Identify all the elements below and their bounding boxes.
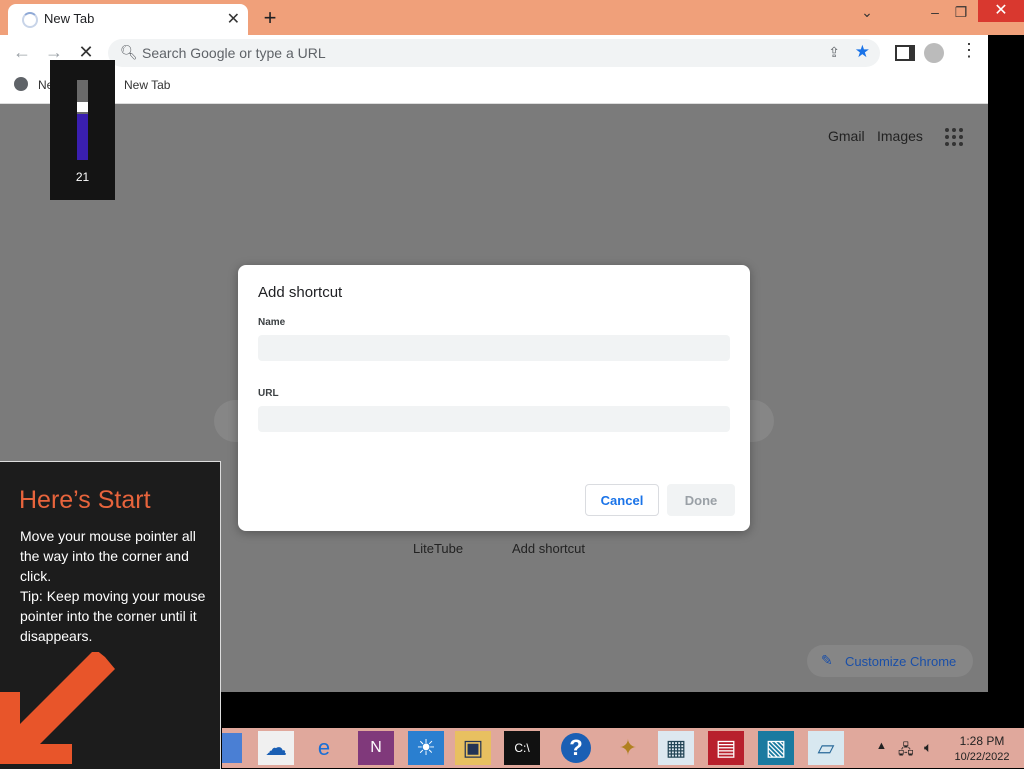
start-tip-body: Move your mouse pointer all the way into… (20, 528, 206, 644)
volume-thumb[interactable] (77, 102, 88, 112)
tab-search-chevron-icon[interactable]: ⌄ (852, 4, 882, 21)
dialog-title: Add shortcut (258, 284, 343, 301)
done-button[interactable]: Done (667, 484, 735, 516)
globe-icon (14, 77, 28, 91)
share-icon[interactable]: ⇪ (828, 44, 840, 61)
address-placeholder: Search Google or type a URL (142, 45, 326, 61)
restore-button[interactable]: ❐ (946, 4, 976, 21)
images-link[interactable]: Images (877, 128, 923, 144)
search-icon: 🔍︎ (120, 44, 138, 60)
tab-close-icon[interactable]: ✕ (227, 9, 240, 29)
reader-icon[interactable]: ▤ (708, 731, 744, 765)
profile-avatar[interactable] (924, 43, 944, 63)
url-label: URL (258, 388, 279, 399)
bookmark-item[interactable]: New Tab (124, 78, 170, 92)
wizard-icon[interactable]: ✦ (610, 731, 646, 765)
shortcut-tile-add[interactable]: Add shortcut (512, 541, 585, 556)
address-bar[interactable]: 🔍︎ Search Google or type a URL ⇪ ★ (108, 39, 880, 67)
sticky-notes-icon[interactable]: ▱ (808, 731, 844, 765)
photos-icon[interactable]: ▧ (758, 731, 794, 765)
url-field[interactable] (258, 406, 730, 432)
remote-desktop-icon[interactable]: ▣ (455, 731, 491, 765)
customize-label: Customize Chrome (845, 654, 957, 669)
bookmarks-bar: Ne New Tab (0, 70, 988, 104)
tab-new-tab[interactable]: New Tab ✕ (8, 4, 248, 35)
add-shortcut-dialog: Add shortcut Name URL Cancel Done (238, 265, 750, 531)
arrow-down-left-icon (0, 652, 115, 764)
onedrive-icon[interactable]: ☁ (258, 731, 294, 765)
window-close-button[interactable]: ✕ (978, 0, 1024, 22)
help-icon[interactable]: ? (558, 731, 594, 765)
name-field[interactable] (258, 335, 730, 361)
command-prompt-icon[interactable]: C:\ (504, 731, 540, 765)
side-panel-icon[interactable] (895, 45, 915, 61)
clock-date[interactable]: 10/22/2022 (946, 751, 1018, 763)
gmail-link[interactable]: Gmail (828, 128, 865, 144)
customize-chrome-button[interactable]: ✎ Customize Chrome (807, 645, 973, 677)
name-label: Name (258, 317, 286, 328)
volume-fill (77, 114, 88, 160)
cancel-button[interactable]: Cancel (585, 484, 659, 516)
menu-kebab-icon[interactable]: ⋮ (960, 40, 978, 61)
windows-shield-icon[interactable] (222, 733, 242, 763)
onenote-icon[interactable]: N (358, 731, 394, 765)
loading-spinner-icon (22, 12, 38, 28)
volume-overlay: 21 (50, 60, 115, 200)
network-icon[interactable]: 🖧 (898, 739, 914, 763)
volume-level: 21 (75, 170, 90, 184)
new-tab-button[interactable]: + (260, 5, 280, 31)
clock-time[interactable]: 1:28 PM (952, 734, 1012, 748)
weather-icon[interactable]: ☀ (408, 731, 444, 765)
back-button[interactable]: ← (10, 42, 34, 63)
bookmark-star-icon[interactable]: ★ (855, 42, 870, 62)
show-hidden-icons-chevron-icon[interactable]: ▲ (876, 740, 887, 752)
tab-title: New Tab (44, 11, 95, 26)
speaker-icon[interactable]: 🔈︎ (924, 739, 932, 756)
pencil-icon: ✎ (821, 652, 833, 668)
shortcut-tile-litetube[interactable]: LiteTube (413, 541, 463, 556)
resource-monitor-icon[interactable]: ▦ (658, 731, 694, 765)
apps-grid-icon[interactable] (945, 128, 963, 146)
internet-explorer-icon[interactable]: e (306, 731, 342, 765)
start-tip-panel: Here’s Start Move your mouse pointer all… (0, 461, 221, 769)
start-tip-title: Here’s Start (19, 486, 151, 514)
